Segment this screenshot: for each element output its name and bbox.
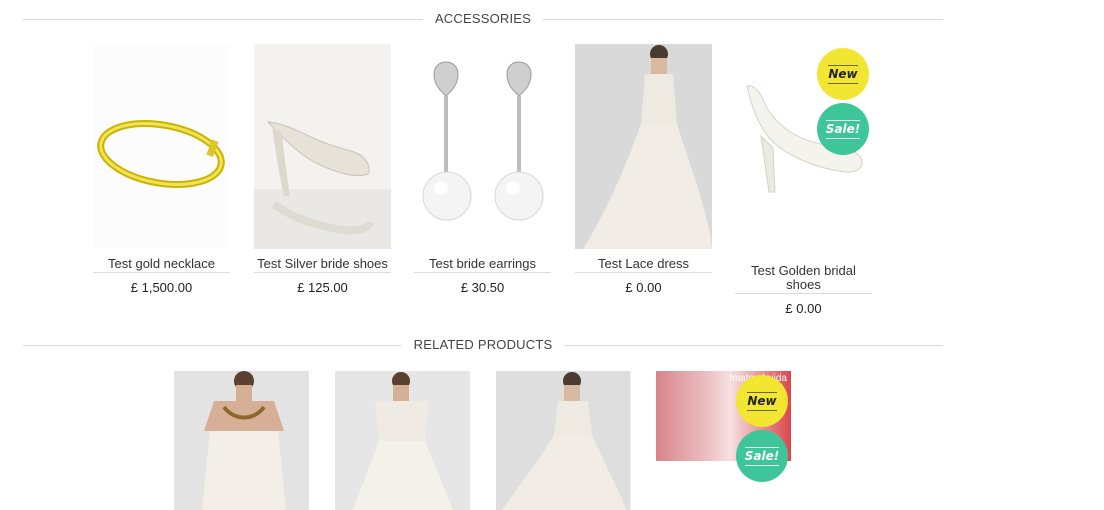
product-price: £ 1,500.00 — [130, 280, 193, 295]
accessories-title: ACCESSORIES — [422, 11, 544, 26]
product-image-silver-shoes[interactable] — [254, 44, 391, 249]
product-image-lace-dress[interactable] — [575, 44, 712, 249]
related-heading: RELATED PRODUCTS — [23, 336, 943, 356]
product-price: £ 30.50 — [460, 280, 505, 295]
product-name[interactable]: Test gold necklace — [93, 249, 230, 273]
product-image-gold-necklace[interactable] — [93, 44, 230, 249]
new-badge-label: New — [747, 391, 777, 411]
product-card-earrings[interactable]: Test bride earrings £ 30.50 — [414, 44, 551, 295]
new-badge-label: New — [828, 64, 858, 84]
product-card-lace-dress[interactable]: Test Lace dress £ 0.00 — [575, 44, 712, 295]
product-name[interactable]: Test Golden bridal shoes — [735, 256, 872, 294]
new-badge: New — [817, 48, 869, 100]
related-product-image[interactable] — [174, 371, 309, 510]
product-price: £ 0.00 — [785, 301, 822, 316]
accessories-heading: ACCESSORIES — [23, 10, 943, 30]
product-price: £ 0.00 — [625, 280, 662, 295]
sale-badge: Sale! — [736, 430, 788, 482]
sale-badge: Sale! — [817, 103, 869, 155]
sale-badge-label: Sale! — [825, 119, 861, 139]
product-card-silver-shoes[interactable]: Test Silver bride shoes £ 125.00 — [254, 44, 391, 295]
product-name[interactable]: Test Silver bride shoes — [254, 249, 391, 273]
product-card-golden-shoes[interactable]: New Sale! Test Golden bridal shoes £ 0.0… — [735, 44, 872, 316]
product-image-earrings[interactable] — [414, 44, 551, 249]
product-card-gold-necklace[interactable]: Test gold necklace £ 1,500.00 — [93, 44, 230, 295]
related-product-image[interactable] — [496, 371, 631, 510]
related-title: RELATED PRODUCTS — [401, 337, 565, 352]
new-badge: New — [736, 375, 788, 427]
related-product-image[interactable] — [335, 371, 470, 510]
product-name[interactable]: Test bride earrings — [414, 249, 551, 273]
product-name[interactable]: Test Lace dress — [575, 249, 712, 273]
sale-badge-label: Sale! — [744, 446, 780, 466]
product-price: £ 125.00 — [297, 280, 348, 295]
